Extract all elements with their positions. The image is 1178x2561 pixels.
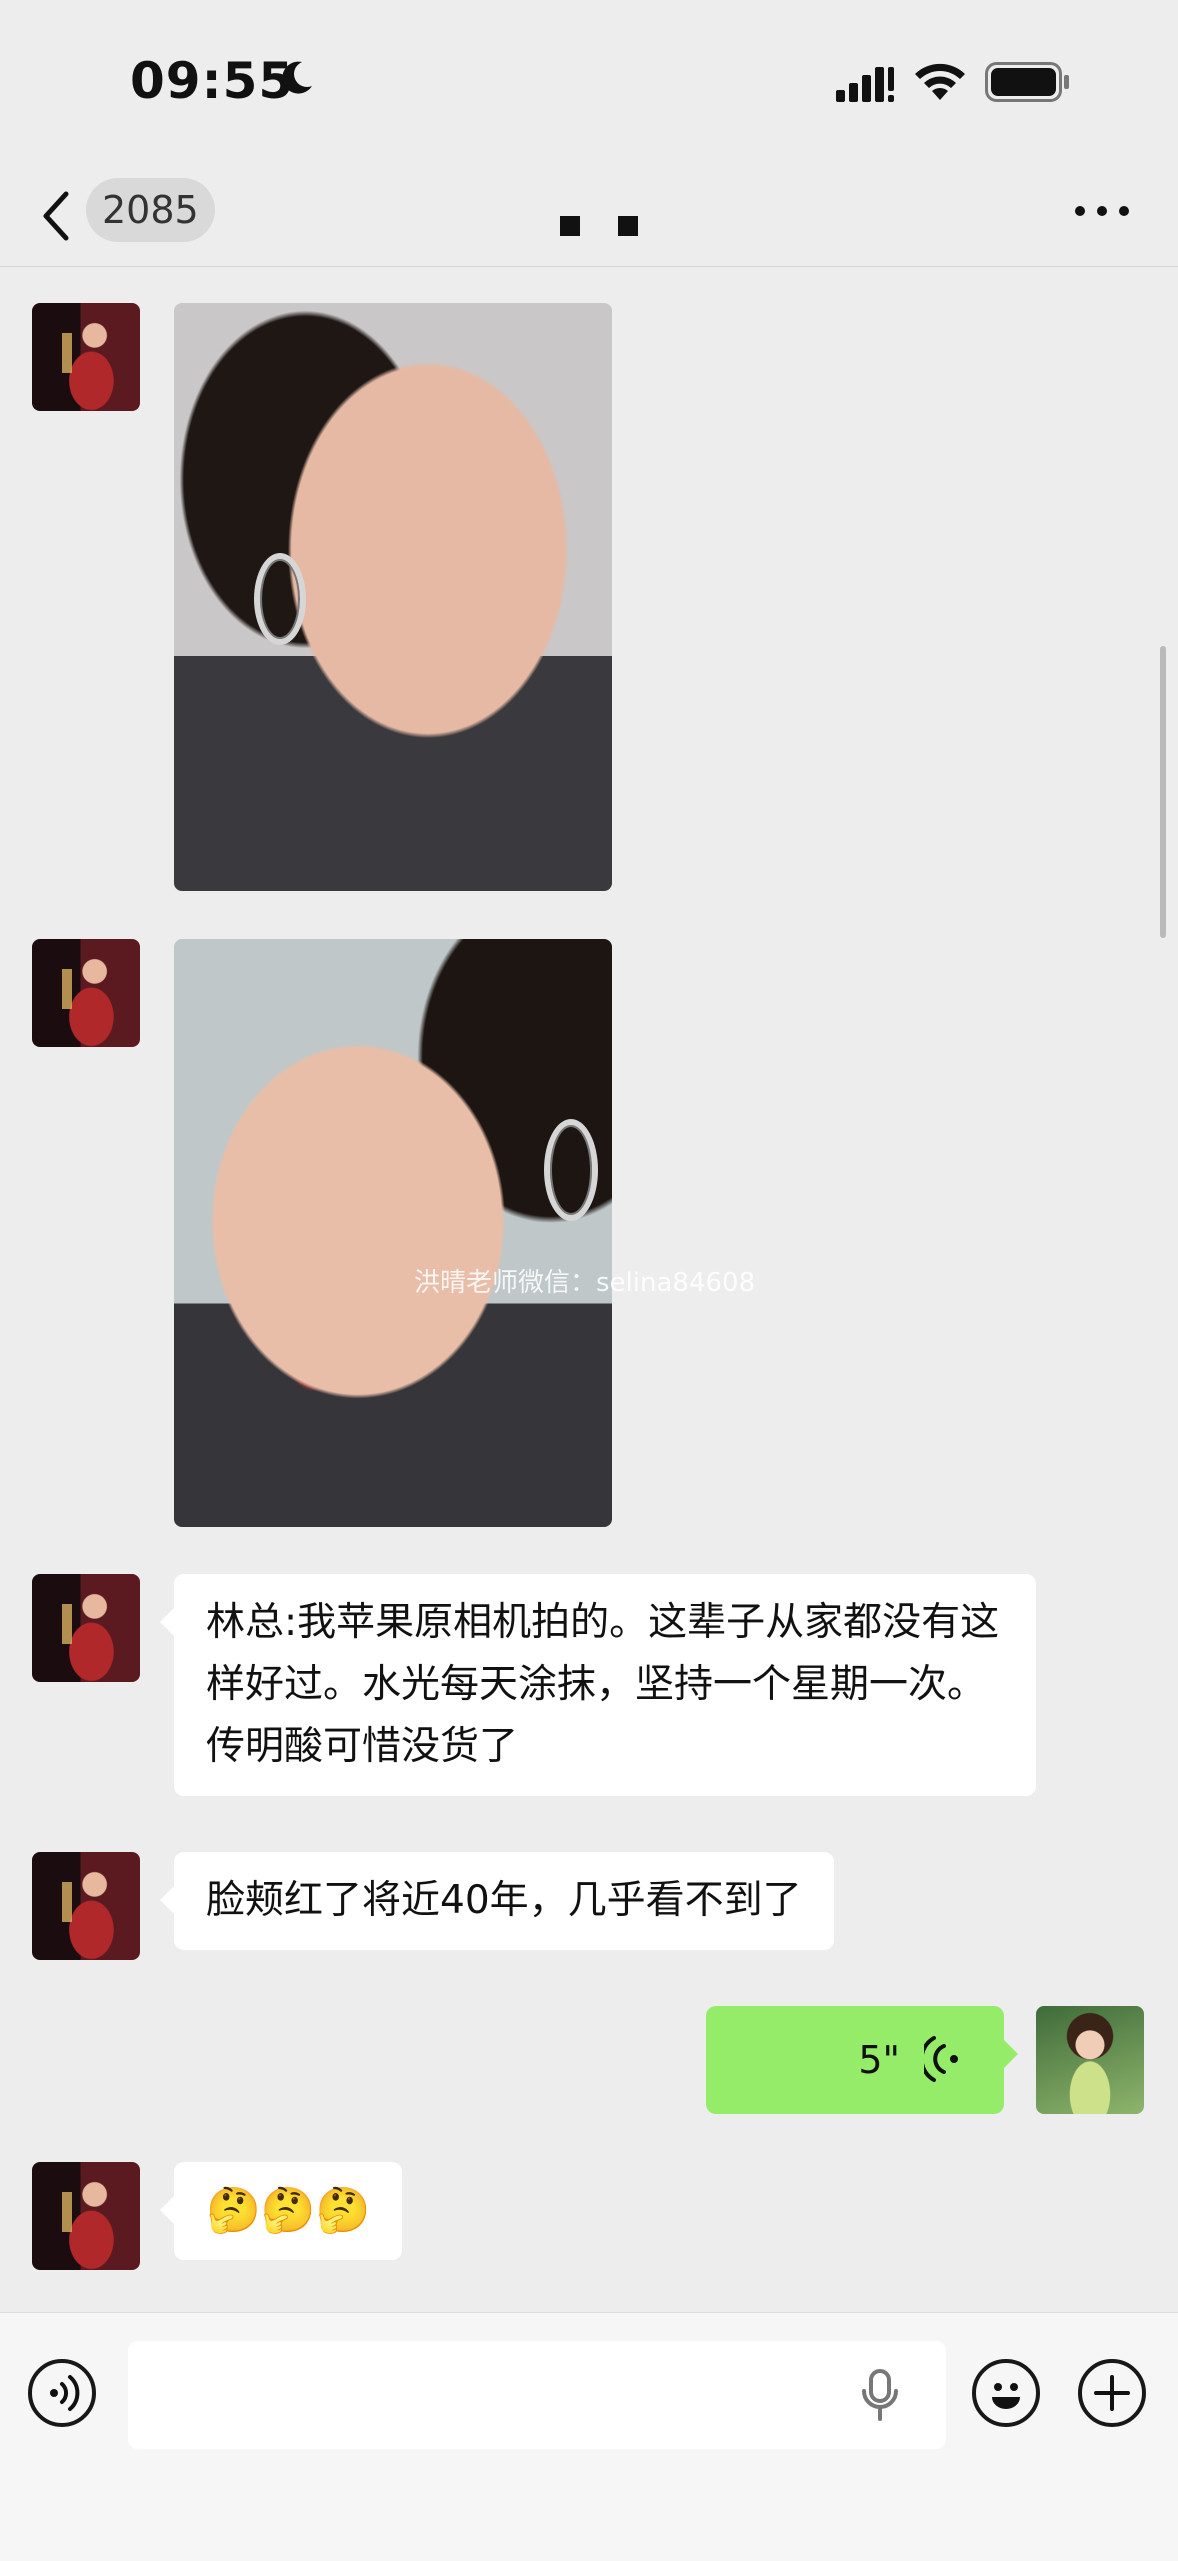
wifi-icon	[915, 63, 965, 100]
voice-duration: 5"	[858, 2038, 900, 2082]
contact-avatar[interactable]	[32, 2162, 140, 2270]
photo-message[interactable]	[174, 939, 612, 1527]
text-message[interactable]: 林总:我苹果原相机拍的。这辈子从家都没有这样好过。水光每天涂抹，坚持一个星期一次…	[160, 1574, 1036, 1796]
earring-detail	[254, 553, 306, 645]
plus-icon	[1094, 2375, 1130, 2411]
status-bar: 09:55	[0, 0, 1178, 170]
message-input[interactable]	[128, 2341, 946, 2449]
emoji-message[interactable]: 🤔🤔🤔	[159, 2162, 403, 2260]
battery-icon	[985, 62, 1069, 102]
chat-header: 2085	[0, 170, 1178, 267]
back-arrow-icon[interactable]	[38, 188, 72, 244]
photo-message[interactable]	[174, 303, 612, 891]
contact-avatar[interactable]	[32, 939, 140, 1047]
contact-avatar[interactable]	[32, 1852, 140, 1960]
voice-wave-icon	[50, 2375, 80, 2411]
voice-wave-icon	[924, 2036, 958, 2082]
contact-avatar[interactable]	[32, 303, 140, 411]
voice-message[interactable]: 5"	[706, 2006, 1018, 2114]
watermark-text: 洪晴老师微信：selina84608	[414, 1268, 756, 1298]
emoji-button[interactable]	[972, 2359, 1040, 2427]
input-bar	[0, 2312, 1178, 2561]
voice-input-button[interactable]	[28, 2359, 96, 2427]
smiley-face-icon	[992, 2383, 1020, 2409]
contact-avatar[interactable]	[32, 1574, 140, 1682]
my-avatar[interactable]	[1036, 2006, 1144, 2114]
text-message[interactable]: 脸颊红了将近40年，几乎看不到了	[160, 1852, 834, 1950]
moon-icon	[282, 61, 312, 94]
scrollbar[interactable]	[1160, 646, 1166, 938]
unread-count-badge[interactable]: 2085	[86, 178, 215, 242]
more-options-icon[interactable]	[1072, 204, 1132, 218]
cellular-signal-icon	[836, 67, 894, 102]
chat-title	[560, 216, 640, 246]
microphone-icon[interactable]	[860, 2369, 900, 2421]
earring-detail	[544, 1119, 598, 1221]
status-time: 09:55	[130, 52, 295, 110]
more-functions-button[interactable]	[1078, 2359, 1146, 2427]
